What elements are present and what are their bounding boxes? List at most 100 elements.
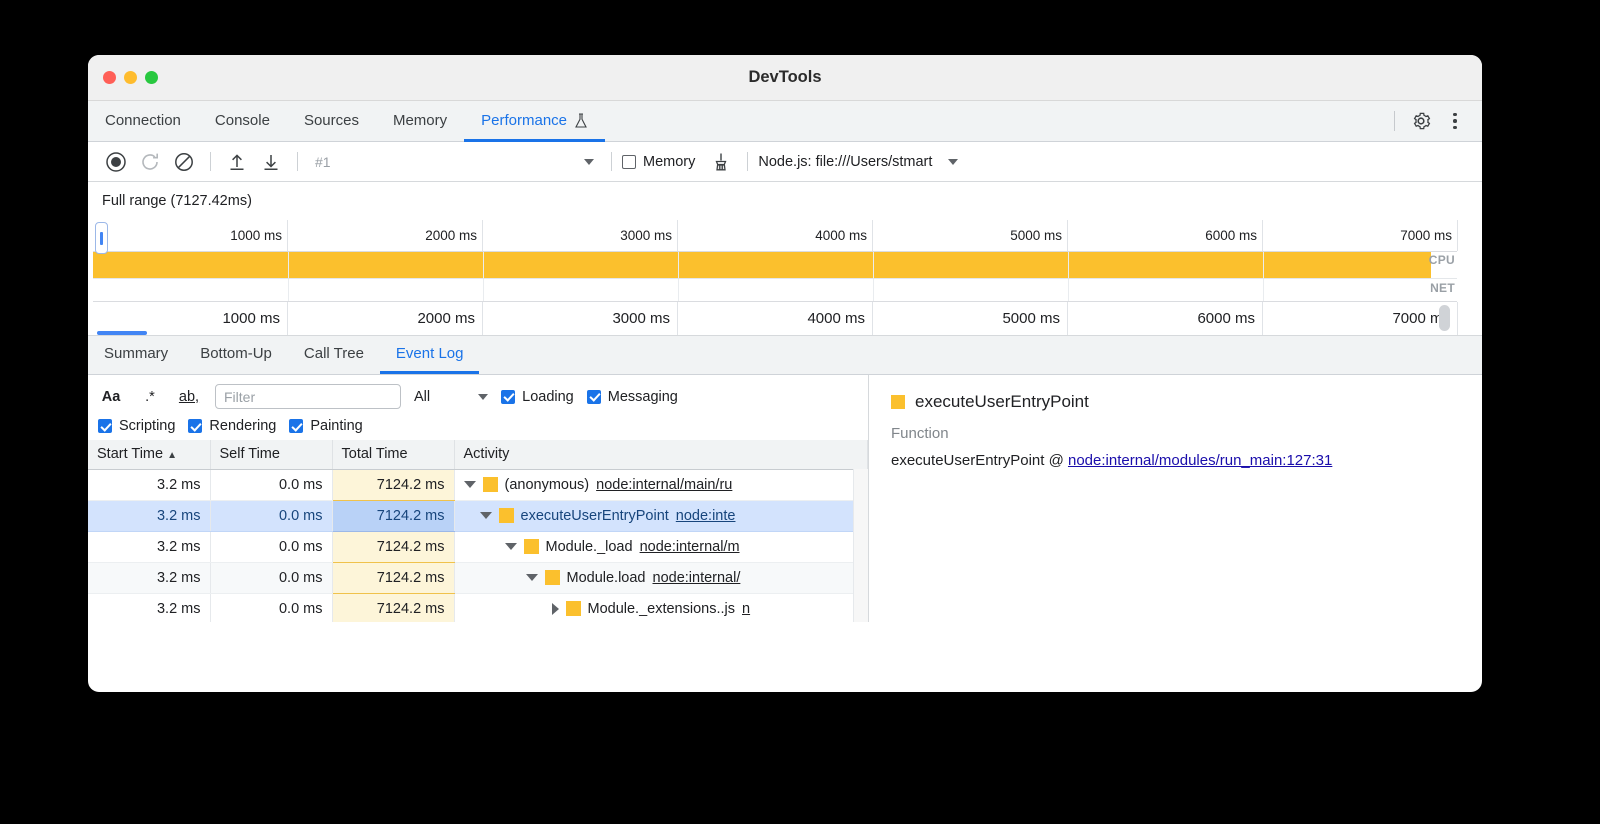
profile-selector[interactable]: #1 <box>308 149 601 175</box>
range-selection-handle-left[interactable] <box>95 222 108 254</box>
column-header-self-time[interactable]: Self Time <box>210 440 332 469</box>
category-checkbox-loading[interactable]: Loading <box>501 389 574 405</box>
profile-selector-value: #1 <box>315 154 331 170</box>
flask-icon <box>574 113 588 129</box>
column-header-total-time[interactable]: Total Time <box>332 440 454 469</box>
filter-row-primary: Aa .* ab, Filter All <box>98 384 858 409</box>
activity-url[interactable]: node:internal/main/ru <box>596 477 732 493</box>
close-window-icon[interactable] <box>103 71 116 84</box>
activity-url[interactable]: n <box>742 601 750 617</box>
sort-asc-icon: ▲ <box>167 450 177 461</box>
expander-down-icon[interactable] <box>464 481 476 488</box>
vertical-dots-icon[interactable] <box>1440 106 1470 136</box>
cell-self-time: 0.0 ms <box>210 531 332 562</box>
category-checkbox-rendering[interactable]: Rendering <box>188 418 276 434</box>
detail-stack-row: executeUserEntryPoint @ node:internal/mo… <box>891 452 1460 469</box>
whole-word-icon[interactable]: ab, <box>176 389 202 405</box>
cell-start-time: 3.2 ms <box>88 562 210 593</box>
category-checkbox-messaging[interactable]: Messaging <box>587 389 678 405</box>
tab-call-tree[interactable]: Call Tree <box>288 336 380 374</box>
chevron-down-icon <box>478 394 488 400</box>
garbage-collect-broom-icon[interactable] <box>705 146 737 178</box>
expander-down-icon[interactable] <box>480 512 492 519</box>
expander-down-icon[interactable] <box>505 543 517 550</box>
filter-input[interactable]: Filter <box>215 384 401 409</box>
ruler-tick: 1000 ms <box>93 220 288 251</box>
category-label: Loading <box>522 389 574 405</box>
gear-icon[interactable] <box>1406 106 1436 136</box>
cell-activity: (anonymous) node:internal/main/ru <box>454 469 868 500</box>
tab-memory-label: Memory <box>393 112 447 129</box>
overview-tracks[interactable]: CPU NET <box>93 252 1457 302</box>
tab-event-log[interactable]: Event Log <box>380 336 480 374</box>
reload-icon[interactable] <box>134 146 166 178</box>
toolbar-divider <box>611 152 612 171</box>
activity-url[interactable]: node:internal/m <box>640 539 740 555</box>
regex-icon[interactable]: .* <box>137 389 163 405</box>
net-track-label: NET <box>1430 281 1455 295</box>
tab-performance[interactable]: Performance <box>464 102 605 142</box>
filter-row-secondary: Scripting Rendering Painting <box>98 418 858 434</box>
window-titlebar: DevTools <box>88 55 1482 101</box>
cpu-track-label: CPU <box>1429 253 1455 267</box>
cell-self-time: 0.0 ms <box>210 562 332 593</box>
clear-prohibited-icon[interactable] <box>168 146 200 178</box>
column-header-activity[interactable]: Activity <box>454 440 868 469</box>
table-row[interactable]: 3.2 ms 0.0 ms 7124.2 ms Module.load <box>88 562 868 593</box>
memory-checkbox[interactable]: Memory <box>622 154 695 170</box>
table-row[interactable]: 3.2 ms 0.0 ms 7124.2 ms Module._load <box>88 531 868 562</box>
checkbox-box <box>501 390 515 404</box>
expander-down-icon[interactable] <box>526 574 538 581</box>
tab-sources-label: Sources <box>304 112 359 129</box>
checkbox-box <box>289 419 303 433</box>
tab-bottom-up[interactable]: Bottom-Up <box>184 336 288 374</box>
category-checkbox-painting[interactable]: Painting <box>289 418 362 434</box>
tab-console[interactable]: Console <box>198 102 287 142</box>
activity-url[interactable]: node:inte <box>676 508 736 524</box>
timeline-scrollbar-thumb[interactable] <box>1439 305 1450 331</box>
table-row[interactable]: 3.2 ms 0.0 ms 7124.2 ms (anonymous) <box>88 469 868 500</box>
drawer-panes: Aa .* ab, Filter All <box>88 375 1482 622</box>
tab-bottom-up-label: Bottom-Up <box>200 345 272 362</box>
expander-right-icon[interactable] <box>552 603 559 615</box>
cpu-track[interactable]: CPU <box>93 252 1457 278</box>
range-selection-bar[interactable] <box>97 331 147 335</box>
column-header-start-time[interactable]: Start Time▲ <box>88 440 210 469</box>
activity-url[interactable]: node:internal/ <box>653 570 741 586</box>
record-circle-icon[interactable] <box>100 146 132 178</box>
tab-sources[interactable]: Sources <box>287 102 376 142</box>
cell-start-time: 3.2 ms <box>88 469 210 500</box>
tab-console-label: Console <box>215 112 270 129</box>
cell-activity: Module._extensions..js n <box>454 593 868 622</box>
panel-tabs: Connection Console Sources Memory Perfor… <box>88 101 1482 142</box>
event-log-pane: Aa .* ab, Filter All <box>88 375 869 622</box>
ruler-tick: 6000 ms <box>1068 302 1263 335</box>
screen: DevTools Connection Console Sources Memo… <box>0 0 1600 824</box>
minimize-window-icon[interactable] <box>124 71 137 84</box>
match-case-icon[interactable]: Aa <box>98 389 124 405</box>
toolbar-divider <box>1394 111 1395 131</box>
category-checkbox-scripting[interactable]: Scripting <box>98 418 175 434</box>
node-target-chevron-down-icon[interactable] <box>948 159 958 165</box>
overview-ruler-bottom: 1000 ms 2000 ms 3000 ms 4000 ms 5000 ms … <box>93 302 1457 335</box>
tab-connection[interactable]: Connection <box>88 102 198 142</box>
duration-select[interactable]: All <box>414 389 488 405</box>
detail-source-link[interactable]: node:internal/modules/run_main:127:31 <box>1068 452 1332 469</box>
upload-arrow-icon[interactable] <box>221 146 253 178</box>
category-color-swatch <box>566 601 581 616</box>
activity-name: Module._load <box>546 539 633 555</box>
tab-summary[interactable]: Summary <box>88 336 184 374</box>
download-arrow-icon[interactable] <box>255 146 287 178</box>
category-label: Scripting <box>119 418 175 434</box>
filter-input-placeholder: Filter <box>224 389 255 405</box>
category-color-swatch <box>499 508 514 523</box>
maximize-window-icon[interactable] <box>145 71 158 84</box>
table-scrollbar[interactable] <box>853 469 868 622</box>
net-track[interactable]: NET <box>93 278 1457 302</box>
ruler-tick: 4000 ms <box>678 220 873 251</box>
tab-memory[interactable]: Memory <box>376 102 464 142</box>
category-label: Painting <box>310 418 362 434</box>
traffic-light-buttons[interactable] <box>88 71 158 84</box>
table-row[interactable]: 3.2 ms 0.0 ms 7124.2 ms Module._extensio… <box>88 593 868 622</box>
table-row[interactable]: 3.2 ms 0.0 ms 7124.2 ms executeUserEntry… <box>88 500 868 531</box>
